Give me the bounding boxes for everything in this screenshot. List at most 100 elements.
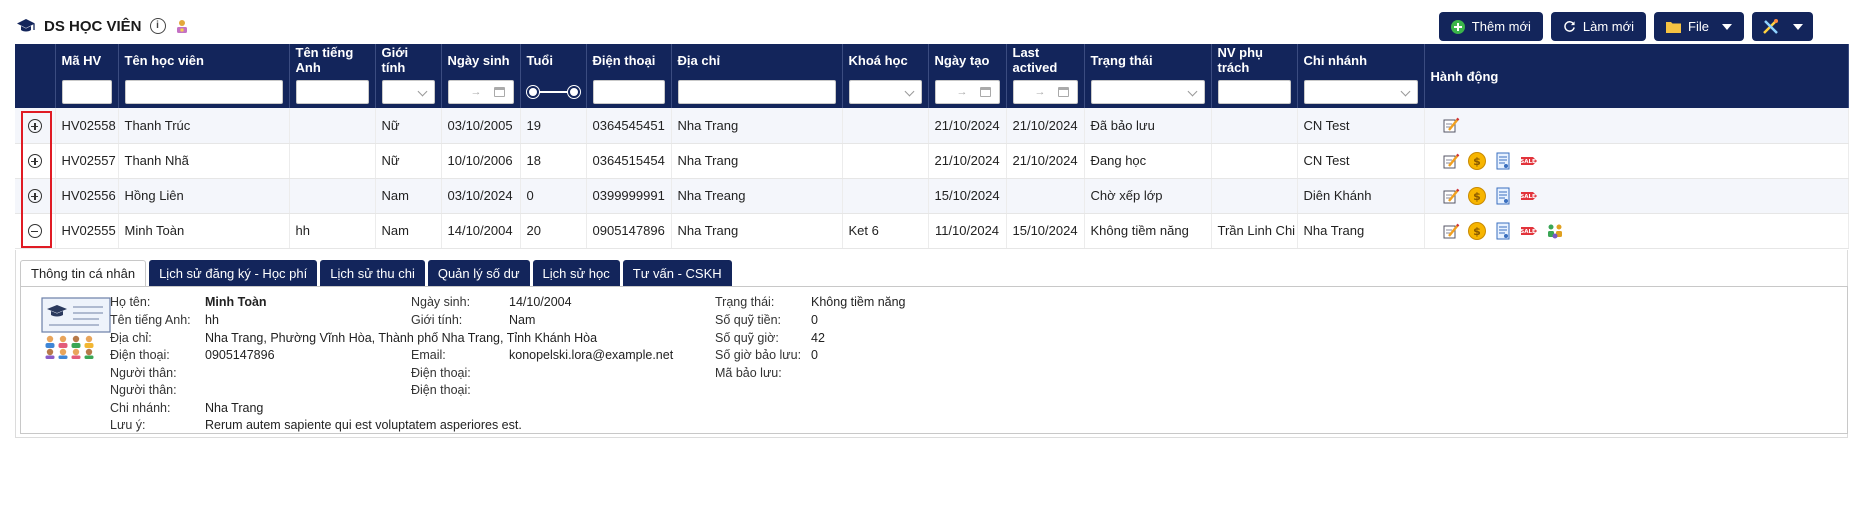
edit-icon[interactable] — [1441, 151, 1461, 171]
table-row[interactable]: HV02556 Hồng Liên Nam 03/10/2024 0 03999… — [15, 178, 1849, 214]
label-branch: Chi nhánh: — [110, 401, 171, 415]
filter-staff-input[interactable] — [1217, 80, 1291, 104]
edit-icon[interactable] — [1441, 115, 1461, 135]
tab-consulting-care[interactable]: Tư vấn - CSKH — [622, 260, 732, 286]
chevron-down-icon — [1722, 23, 1732, 30]
svg-text:$: $ — [1473, 190, 1481, 203]
refresh-button[interactable]: Làm mới — [1550, 12, 1647, 41]
collapse-row-icon[interactable] — [27, 224, 42, 239]
filter-age-slider[interactable] — [526, 80, 580, 104]
tab-balance-management[interactable]: Quản lý số dư — [427, 260, 530, 286]
column-header-address[interactable]: Địa chỉ — [671, 44, 843, 76]
table-row[interactable]: HV02555 Minh Toàn hh Nam 14/10/2004 20 0… — [15, 213, 1849, 249]
invoice-icon[interactable] — [1493, 221, 1513, 241]
column-header-english-name[interactable]: Tên tiếng Anh — [289, 44, 376, 76]
cell-status: Đang học — [1084, 143, 1212, 179]
invoice-icon[interactable] — [1493, 186, 1513, 206]
column-header-dob[interactable]: Ngày sinh — [441, 44, 521, 76]
edit-icon[interactable] — [1441, 186, 1461, 206]
column-header-gender[interactable]: Giới tính — [375, 44, 442, 76]
column-header-code[interactable]: Mã HV — [55, 44, 119, 76]
cell-staff: Trần Linh Chi — [1211, 213, 1298, 249]
value-reserved-hours: 0 — [811, 348, 818, 362]
cell-last-active: 15/10/2024 — [1006, 213, 1085, 249]
info-icon[interactable]: i — [149, 18, 166, 34]
label-relative-phone-1: Điện thoại: — [411, 366, 471, 380]
filter-name-input[interactable] — [124, 80, 283, 104]
value-email: konopelski.lora@example.net — [509, 348, 674, 362]
sale-tag-icon[interactable]: SALE — [1519, 186, 1539, 206]
filter-dob-range[interactable]: → — [447, 80, 514, 104]
value-status: Không tiềm năng — [811, 295, 906, 309]
filter-address-input[interactable] — [677, 80, 836, 104]
cell-created: 21/10/2024 — [928, 143, 1007, 179]
table-row[interactable]: HV02557 Thanh Nhã Nữ 10/10/2006 18 03645… — [15, 143, 1849, 179]
table-row[interactable]: HV02558 Thanh Trúc Nữ 03/10/2005 19 0364… — [15, 108, 1849, 144]
column-header-last-active[interactable]: Last actived — [1006, 44, 1085, 76]
column-header-staff[interactable]: NV phụ trách — [1211, 44, 1298, 76]
filter-gender-select[interactable] — [381, 80, 435, 104]
chevron-down-icon — [1793, 23, 1803, 30]
label-relative-1: Người thân: — [110, 366, 177, 380]
label-status: Trạng thái: — [715, 295, 775, 309]
tab-transaction-history[interactable]: Lịch sử thu chi — [320, 260, 425, 286]
add-new-button[interactable]: Thêm mới — [1438, 12, 1543, 41]
filter-status-select[interactable] — [1090, 80, 1205, 104]
sale-tag-icon[interactable]: SALE — [1519, 151, 1539, 171]
column-header-created[interactable]: Ngày tạo — [928, 44, 1007, 76]
label-english-name: Tên tiếng Anh: — [110, 313, 191, 327]
edit-icon[interactable] — [1441, 221, 1461, 241]
cell-status: Chờ xếp lớp — [1084, 178, 1212, 214]
label-relative-2: Người thân: — [110, 383, 177, 397]
filter-created-range[interactable]: → — [934, 80, 1000, 104]
coin-icon[interactable]: $ — [1467, 151, 1487, 171]
file-dropdown-button[interactable]: File — [1654, 12, 1744, 41]
column-header-status[interactable]: Trạng thái — [1084, 44, 1212, 76]
personal-info-body: Họ tên: Minh Toàn Tên tiếng Anh: hh Địa … — [20, 286, 1848, 434]
filter-course-select[interactable] — [848, 80, 922, 104]
cell-english-name — [289, 178, 376, 214]
refresh-label: Làm mới — [1582, 19, 1635, 34]
invoice-icon[interactable] — [1493, 151, 1513, 171]
calendar-icon — [979, 87, 991, 97]
label-relative-phone-2: Điện thoại: — [411, 383, 471, 397]
cell-code: HV02556 — [55, 178, 119, 214]
column-header-phone[interactable]: Điện thoại — [586, 44, 672, 76]
group-transfer-icon[interactable] — [1545, 221, 1565, 241]
tab-personal-info[interactable]: Thông tin cá nhân — [20, 260, 147, 286]
sale-tag-icon[interactable]: SALE — [1519, 221, 1539, 241]
filter-last-active-range[interactable]: → — [1012, 80, 1078, 104]
cell-staff — [1211, 178, 1298, 214]
filter-branch-select[interactable] — [1303, 80, 1418, 104]
cell-age: 0 — [520, 178, 587, 214]
cell-course — [842, 143, 929, 179]
cell-phone: 0399999991 — [586, 178, 672, 214]
filter-phone-input[interactable] — [592, 80, 665, 104]
column-header-name[interactable]: Tên học viên — [118, 44, 290, 76]
cell-gender: Nam — [375, 178, 442, 214]
column-header-course[interactable]: Khoá học — [842, 44, 929, 76]
filter-english-name-input[interactable] — [295, 80, 369, 104]
slider-min-handle[interactable] — [526, 86, 539, 98]
cell-code: HV02557 — [55, 143, 119, 179]
tools-dropdown-button[interactable] — [1752, 12, 1813, 41]
tab-registration-history[interactable]: Lịch sử đăng ký - Học phí — [149, 260, 318, 286]
cell-phone: 0364545451 — [586, 108, 672, 144]
cell-address: Nha Treang — [671, 178, 843, 214]
expand-row-icon[interactable] — [27, 189, 42, 204]
column-header-age[interactable]: Tuổi — [520, 44, 587, 76]
cell-gender: Nữ — [375, 108, 442, 144]
filter-code-input[interactable] — [61, 80, 112, 104]
slider-max-handle[interactable] — [567, 86, 580, 98]
expand-row-icon[interactable] — [27, 119, 42, 134]
add-new-label: Thêm mới — [1471, 19, 1531, 34]
column-header-branch[interactable]: Chi nhánh — [1297, 44, 1425, 76]
coin-icon[interactable]: $ — [1467, 186, 1487, 206]
cell-dob: 03/10/2005 — [441, 108, 521, 144]
label-gender: Giới tính: — [411, 313, 463, 327]
tab-study-history[interactable]: Lịch sử học — [532, 260, 620, 286]
coin-icon[interactable]: $ — [1467, 221, 1487, 241]
expand-row-icon[interactable] — [27, 154, 42, 169]
user-lock-icon[interactable] — [174, 18, 190, 34]
cell-name: Thanh Nhã — [118, 143, 290, 179]
